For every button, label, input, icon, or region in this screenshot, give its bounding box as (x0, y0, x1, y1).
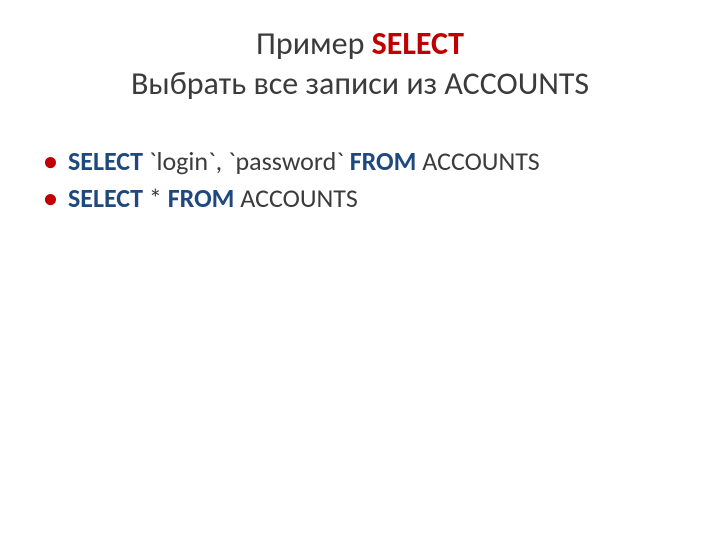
sql-from-keyword: FROM (350, 145, 417, 177)
sql-table: ACCOUNTS (234, 182, 357, 214)
slide-title: Пример SELECT Выбрать все записи из ACCO… (40, 24, 680, 104)
sql-columns: `login`, `password` (143, 145, 350, 177)
sql-columns: * (143, 182, 168, 214)
bullet-icon: • (44, 181, 57, 216)
sql-select-keyword: SELECT (68, 182, 143, 214)
list-item: • SELECT * FROM ACCOUNTS (44, 181, 680, 216)
bullet-icon: • (44, 144, 57, 179)
title-line1-prefix: Пример (256, 24, 372, 63)
sql-from-keyword: FROM (168, 182, 235, 214)
sql-table: ACCOUNTS (416, 145, 539, 177)
list-item: • SELECT `login`, `password` FROM ACCOUN… (44, 144, 680, 179)
title-line1-keyword: SELECT (372, 24, 464, 63)
sql-select-keyword: SELECT (68, 145, 143, 177)
title-line2: Выбрать все записи из ACCOUNTS (131, 64, 589, 103)
bullet-list: • SELECT `login`, `password` FROM ACCOUN… (44, 144, 680, 216)
slide: Пример SELECT Выбрать все записи из ACCO… (0, 0, 720, 540)
